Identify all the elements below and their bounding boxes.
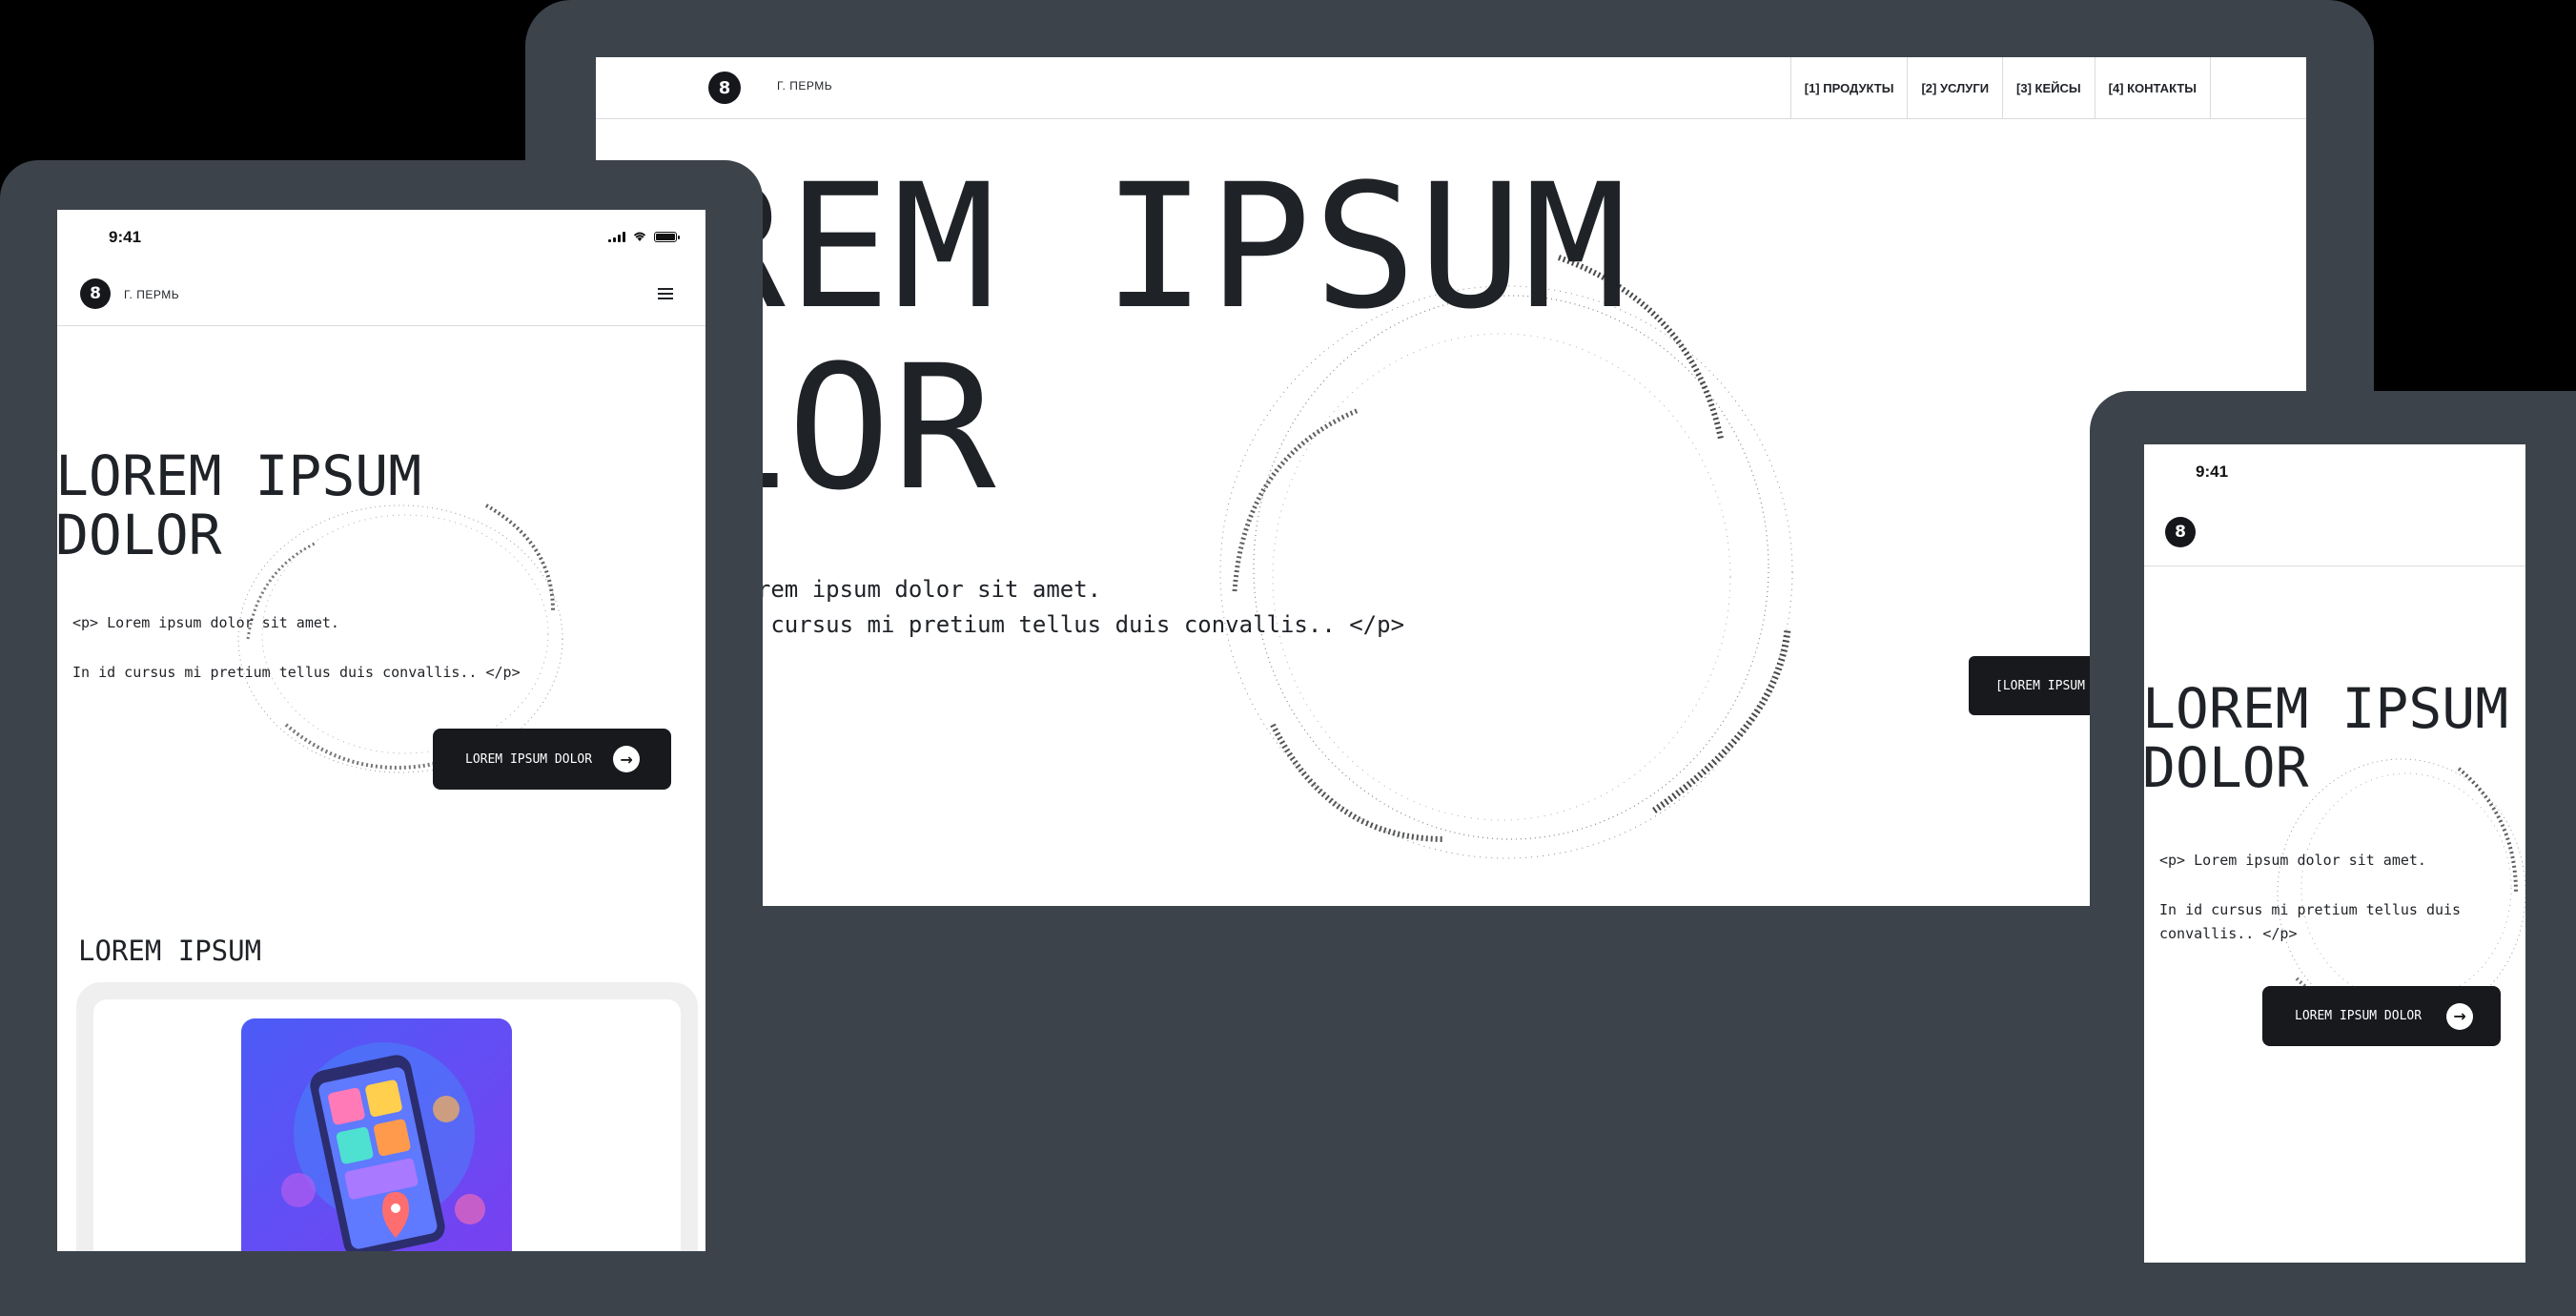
hero-cta-button[interactable]: LOREM IPSUM DOLOR → <box>2262 986 2501 1046</box>
tablet-screen: 9:41 8 Г. ПЕРМЬ LOREM IPSUM DOLOR <p> Lo… <box>57 210 705 1251</box>
nav-item-products[interactable]: [1] ПРОДУКТЫ <box>1789 57 1908 119</box>
tablet-header: 8 Г. ПЕРМЬ <box>57 263 705 326</box>
cta-label: LOREM IPSUM DOLOR <box>465 751 593 767</box>
hero-paragraph-line-1: <p> Lorem ipsum dolor sit amet. <box>2159 852 2426 869</box>
phone-illustration-image <box>241 1018 512 1251</box>
tablet-device-frame: 9:41 8 Г. ПЕРМЬ LOREM IPSUM DOLOR <p> Lo… <box>0 160 763 1316</box>
logo-icon[interactable]: 8 <box>2165 517 2196 547</box>
signal-icon <box>608 231 625 242</box>
hamburger-icon[interactable] <box>658 288 673 299</box>
product-card[interactable] <box>76 982 698 1251</box>
logo-icon[interactable]: 8 <box>708 72 741 104</box>
nav-item-services[interactable]: [2] УСЛУГИ <box>1907 57 2002 119</box>
nav-item-contacts[interactable]: [4] КОНТАКТЫ <box>2094 57 2211 119</box>
hero-paragraph: <p> Lorem ipsum dolor sit amet. In id cu… <box>2159 849 2522 946</box>
wifi-icon <box>633 232 646 241</box>
hero-paragraph-line-1: <p> Lorem ipsum dolor sit amet. <box>72 614 339 631</box>
status-bar: 9:41 <box>2144 444 2525 498</box>
phone-device-frame: 9:41 8 LOREM IPSUM DOLOR <p> Lorem ipsum… <box>2090 391 2576 1316</box>
hero-cta-button[interactable]: LOREM IPSUM DOLOR → <box>433 729 671 790</box>
status-time: 9:41 <box>109 228 142 246</box>
battery-icon <box>654 231 680 242</box>
city-label: Г. ПЕРМЬ <box>777 79 833 93</box>
nav-item-cases[interactable]: [3] КЕЙСЫ <box>2002 57 2095 119</box>
status-icons <box>608 231 680 242</box>
status-bar: 9:41 <box>57 210 705 263</box>
arrow-right-icon: → <box>613 746 641 772</box>
section-title: LOREM IPSUM <box>78 935 262 967</box>
product-card-inner <box>93 999 681 1251</box>
hero-heading-line-1: LOREM IPSUM <box>57 443 422 508</box>
hero-paragraph: Lorem ipsum dolor sit amet. id cursus mi… <box>729 572 1404 643</box>
desktop-header: 8 Г. ПЕРМЬ [1] ПРОДУКТЫ [2] УСЛУГИ [3] К… <box>596 57 2306 119</box>
hero-paragraph-line-2: id cursus mi pretium tellus duis convall… <box>729 611 1405 638</box>
phone-screen: 9:41 8 LOREM IPSUM DOLOR <p> Lorem ipsum… <box>2144 444 2525 1263</box>
hero-heading-line-1: LOREM IPSUM <box>2144 676 2509 741</box>
phone-header: 8 <box>2144 498 2525 566</box>
hero-heading-line-2: DOLOR <box>57 503 222 567</box>
city-label: Г. ПЕРМЬ <box>124 288 180 301</box>
arrow-right-icon: → <box>2446 1002 2474 1030</box>
hero-heading: LOREM IPSUM DOLOR <box>57 446 421 565</box>
hero-paragraph-line-2: In id cursus mi pretium tellus duis conv… <box>72 664 521 681</box>
hero-heading: LOREM IPSUM DOLOR <box>2144 679 2508 797</box>
hero-paragraph-line-1: Lorem ipsum dolor sit amet. <box>729 576 1102 603</box>
cta-label: LOREM IPSUM DOLOR <box>2295 1009 2423 1023</box>
logo-icon[interactable]: 8 <box>80 278 111 309</box>
hero-heading-line-2: DOLOR <box>2144 735 2309 800</box>
desktop-screen: 8 Г. ПЕРМЬ [1] ПРОДУКТЫ [2] УСЛУГИ [3] К… <box>596 57 2306 906</box>
hero-paragraph: <p> Lorem ipsum dolor sit amet. In id cu… <box>72 612 521 683</box>
main-nav: [1] ПРОДУКТЫ [2] УСЛУГИ [3] КЕЙСЫ [4] КО… <box>1789 57 2211 119</box>
cta-label: [LOREM IPSUM D <box>1995 678 2100 693</box>
status-time: 9:41 <box>2196 463 2229 481</box>
hero-paragraph-line-2: In id cursus mi pretium tellus duis conv… <box>2159 901 2462 942</box>
